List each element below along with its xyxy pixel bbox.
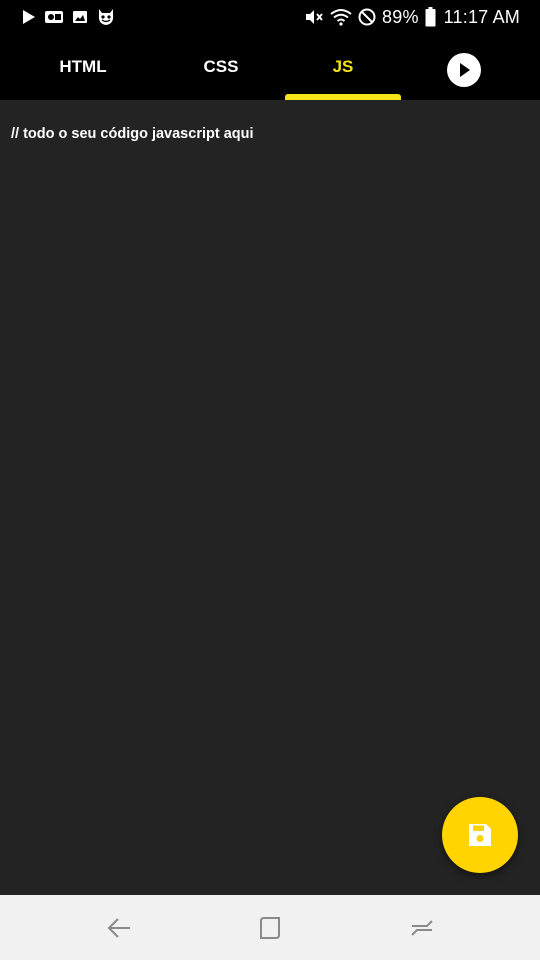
battery-icon [425,7,436,27]
status-bar: 89% 11:17 AM [0,0,540,34]
run-button[interactable] [447,53,481,87]
play-icon [457,62,471,78]
save-button[interactable] [442,797,518,873]
clock: 11:17 AM [443,6,520,27]
tab-bar: HTML CSS JS [0,34,540,100]
notification-app-icon [44,9,64,25]
image-icon [72,9,88,25]
play-store-icon [22,9,36,25]
tab-js[interactable]: JS [285,34,401,100]
do-not-disturb-icon [358,8,376,26]
tab-css[interactable]: CSS [162,34,280,100]
back-icon [106,916,132,940]
recent-apps-icon [409,916,435,940]
back-button[interactable] [104,913,134,943]
status-bar-system: 89% 11:17 AM [304,5,520,29]
code-editor[interactable]: // todo o seu código javascript aqui [0,100,540,895]
recent-apps-button[interactable] [407,913,437,943]
battery-percent: 89% [382,6,419,27]
wifi-icon [330,8,352,26]
home-button[interactable] [255,913,285,943]
status-bar-notifications [22,6,116,28]
system-nav-bar [0,895,540,960]
devil-face-icon [96,7,116,27]
app-screen: 89% 11:17 AM HTML CSS JS // todo o seu c… [0,0,540,960]
code-comment-line: // todo o seu código javascript aqui [11,126,254,142]
mute-icon [304,8,324,26]
tab-html[interactable]: HTML [24,34,142,100]
home-icon [258,916,282,940]
save-icon [467,822,493,848]
